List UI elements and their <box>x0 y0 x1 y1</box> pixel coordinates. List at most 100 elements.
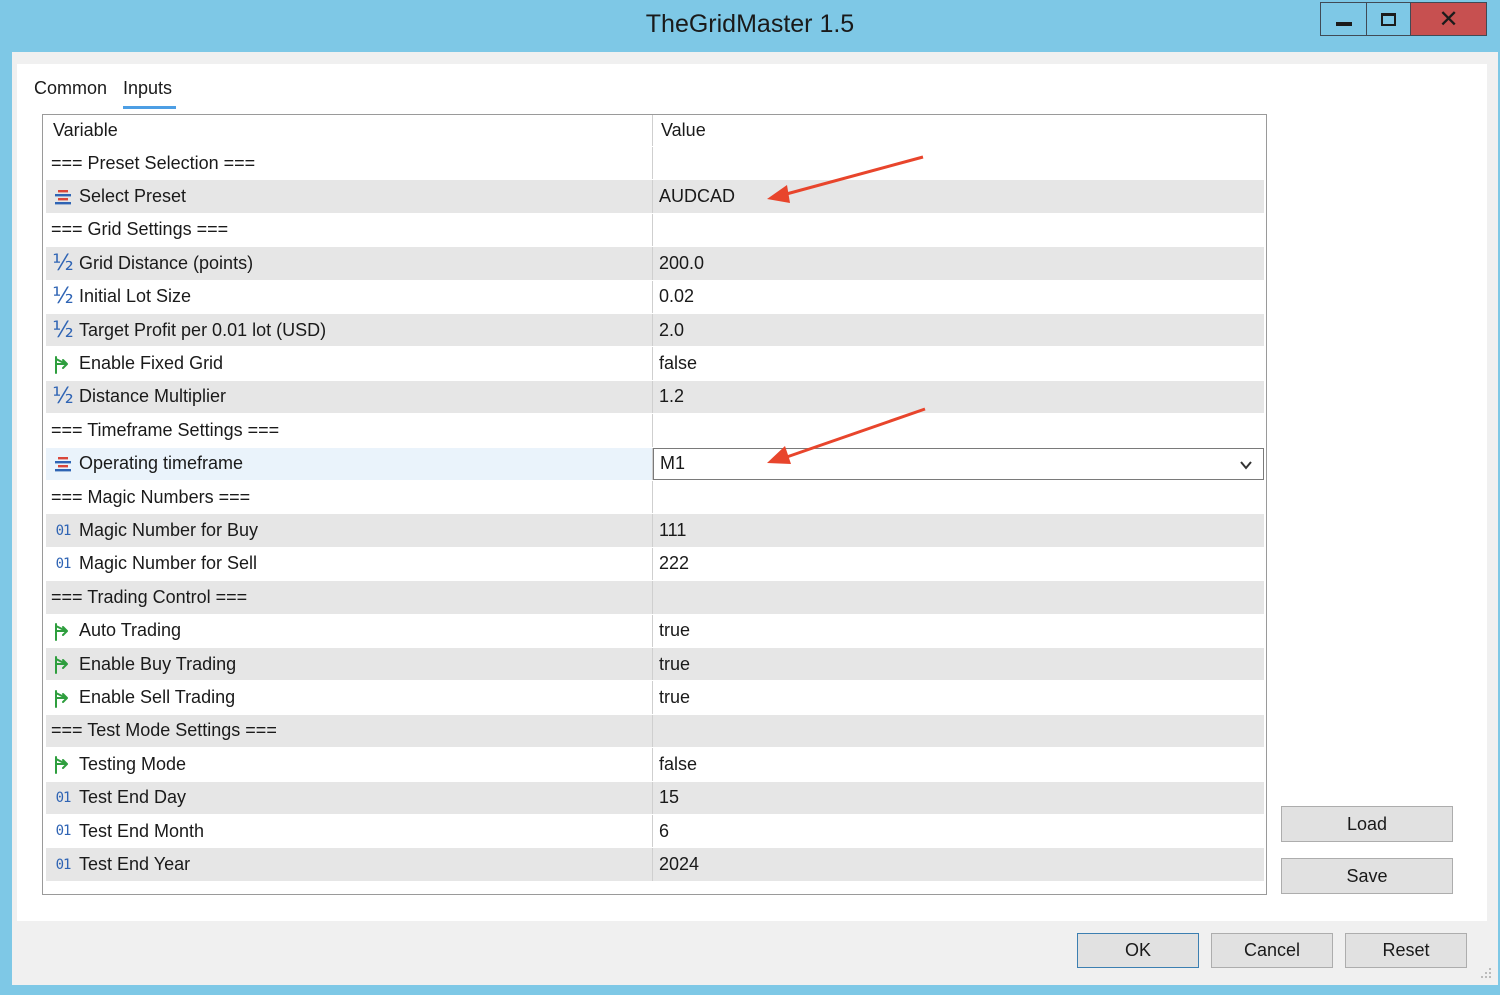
value-text: 222 <box>659 553 690 574</box>
variable-cell[interactable]: ½ Grid Distance (points) <box>46 247 652 279</box>
value-cell[interactable]: 2.0 <box>652 314 1264 347</box>
value-cell[interactable]: 111 <box>652 514 1264 547</box>
variable-cell[interactable]: 01 Magic Number for Sell <box>46 548 652 580</box>
variable-cell[interactable]: ½ Target Profit per 0.01 lot (USD) <box>46 314 652 346</box>
close-button[interactable]: ✕ <box>1411 3 1486 35</box>
table-row[interactable]: Select Preset AUDCAD <box>46 180 1264 214</box>
value-cell[interactable] <box>652 581 1264 614</box>
save-button[interactable]: Save <box>1281 858 1453 894</box>
value-cell[interactable]: false <box>652 748 1264 781</box>
section-header-row[interactable]: === Magic Numbers === <box>46 481 1264 515</box>
variable-label: === Trading Control === <box>51 586 248 607</box>
column-header-value[interactable]: Value <box>652 115 1264 146</box>
tab-common[interactable]: Common <box>34 78 107 99</box>
variable-cell[interactable]: ½ Distance Multiplier <box>46 381 652 413</box>
table-row[interactable]: 01 Magic Number for Sell 222 <box>46 547 1264 582</box>
table-row[interactable]: ½ Distance Multiplier 1.2 <box>46 380 1264 415</box>
variable-cell[interactable]: === Preset Selection === <box>46 147 652 179</box>
reset-button[interactable]: Reset <box>1345 933 1467 968</box>
variable-cell[interactable]: === Test Mode Settings === <box>46 715 652 747</box>
variable-cell[interactable]: Auto Trading <box>46 615 652 647</box>
value-text: 6 <box>659 820 670 841</box>
bool-icon <box>51 352 75 376</box>
variable-label: Grid Distance (points) <box>79 252 254 273</box>
value-cell[interactable]: 200.0 <box>652 247 1264 280</box>
table-row[interactable]: Operating timeframe M1 <box>46 447 1264 481</box>
resize-grip-icon[interactable] <box>1480 967 1492 979</box>
value-cell[interactable]: 6 <box>652 815 1264 848</box>
value-cell[interactable]: 222 <box>652 547 1264 581</box>
variable-label: Auto Trading <box>79 620 182 641</box>
title-bar[interactable]: TheGridMaster 1.5 ✕ <box>0 0 1500 52</box>
value-cell[interactable]: 15 <box>652 781 1264 814</box>
tab-inputs[interactable]: Inputs <box>123 78 172 99</box>
value-cell[interactable]: true <box>652 614 1264 647</box>
variable-cell[interactable]: Enable Sell Trading <box>46 681 652 713</box>
table-row[interactable]: Enable Buy Trading true <box>46 648 1264 682</box>
maximize-button[interactable] <box>1367 3 1411 35</box>
variable-cell[interactable]: Operating timeframe <box>46 447 652 480</box>
variable-cell[interactable]: Select Preset <box>46 180 652 212</box>
double-icon: ½ <box>52 284 74 310</box>
column-header-variable[interactable]: Variable <box>46 115 652 146</box>
value-cell[interactable]: M1 <box>652 447 1264 480</box>
value-cell[interactable] <box>652 213 1264 247</box>
variable-cell[interactable]: ½ Initial Lot Size <box>46 281 652 313</box>
table-row[interactable]: Auto Trading true <box>46 614 1264 648</box>
value-cell[interactable]: 2024 <box>652 848 1264 881</box>
section-header-row[interactable]: === Trading Control === <box>46 581 1264 615</box>
table-row[interactable]: ½ Target Profit per 0.01 lot (USD) 2.0 <box>46 314 1264 348</box>
variable-cell[interactable]: 01 Test End Month <box>46 815 652 847</box>
section-header-row[interactable]: === Timeframe Settings === <box>46 414 1264 448</box>
value-text: 15 <box>659 787 680 808</box>
variable-label: === Preset Selection === <box>51 152 256 173</box>
chevron-down-icon[interactable] <box>1239 458 1253 472</box>
table-row[interactable]: 01 Test End Year 2024 <box>46 848 1264 882</box>
variable-cell[interactable]: Enable Buy Trading <box>46 648 652 680</box>
value-cell[interactable] <box>652 147 1264 180</box>
variable-cell[interactable]: 01 Test End Year <box>46 848 652 880</box>
variable-cell[interactable]: === Grid Settings === <box>46 214 652 246</box>
table-row[interactable]: ½ Grid Distance (points) 200.0 <box>46 247 1264 281</box>
table-row[interactable]: 01 Test End Day 15 <box>46 781 1264 815</box>
variable-cell[interactable]: 01 Magic Number for Buy <box>46 514 652 546</box>
value-cell[interactable]: AUDCAD <box>652 180 1264 213</box>
value-text: false <box>659 353 698 374</box>
table-row[interactable]: Enable Sell Trading true <box>46 681 1264 715</box>
cancel-button[interactable]: Cancel <box>1211 933 1333 968</box>
int-icon: 01 <box>55 856 72 873</box>
variable-cell[interactable]: === Magic Numbers === <box>46 481 652 513</box>
value-cell[interactable]: 0.02 <box>652 280 1264 313</box>
minimize-button[interactable] <box>1321 3 1367 35</box>
variable-label: === Test Mode Settings === <box>51 720 277 741</box>
table-row[interactable]: Enable Fixed Grid false <box>46 347 1264 381</box>
ok-button[interactable]: OK <box>1077 933 1199 968</box>
value-cell[interactable] <box>652 414 1264 447</box>
variable-label: Enable Buy Trading <box>79 653 237 674</box>
value-cell[interactable] <box>652 714 1264 748</box>
value-cell[interactable] <box>652 481 1264 514</box>
table-row[interactable]: 01 Test End Month 6 <box>46 815 1264 849</box>
variable-cell[interactable]: === Timeframe Settings === <box>46 414 652 446</box>
table-row[interactable]: Testing Mode false <box>46 748 1264 782</box>
bool-icon <box>51 619 75 643</box>
value-cell[interactable]: 1.2 <box>652 380 1264 414</box>
section-header-row[interactable]: === Grid Settings === <box>46 213 1264 248</box>
value-cell[interactable]: true <box>652 681 1264 714</box>
section-header-row[interactable]: === Test Mode Settings === <box>46 714 1264 749</box>
variable-label: Distance Multiplier <box>79 386 227 407</box>
variable-cell[interactable]: Enable Fixed Grid <box>46 347 652 379</box>
variable-cell[interactable]: 01 Test End Day <box>46 782 652 814</box>
section-header-row[interactable]: === Preset Selection === <box>46 147 1264 181</box>
timeframe-select[interactable]: M1 <box>653 447 1264 480</box>
bool-icon <box>51 752 75 776</box>
int-icon: 01 <box>55 522 72 539</box>
value-cell[interactable]: true <box>652 648 1264 681</box>
value-cell[interactable]: false <box>652 347 1264 380</box>
table-row[interactable]: ½ Initial Lot Size 0.02 <box>46 280 1264 314</box>
variable-cell[interactable]: Testing Mode <box>46 748 652 780</box>
variable-cell[interactable]: === Trading Control === <box>46 581 652 613</box>
table-row[interactable]: 01 Magic Number for Buy 111 <box>46 514 1264 548</box>
value-text: false <box>659 753 698 774</box>
load-button[interactable]: Load <box>1281 806 1453 842</box>
